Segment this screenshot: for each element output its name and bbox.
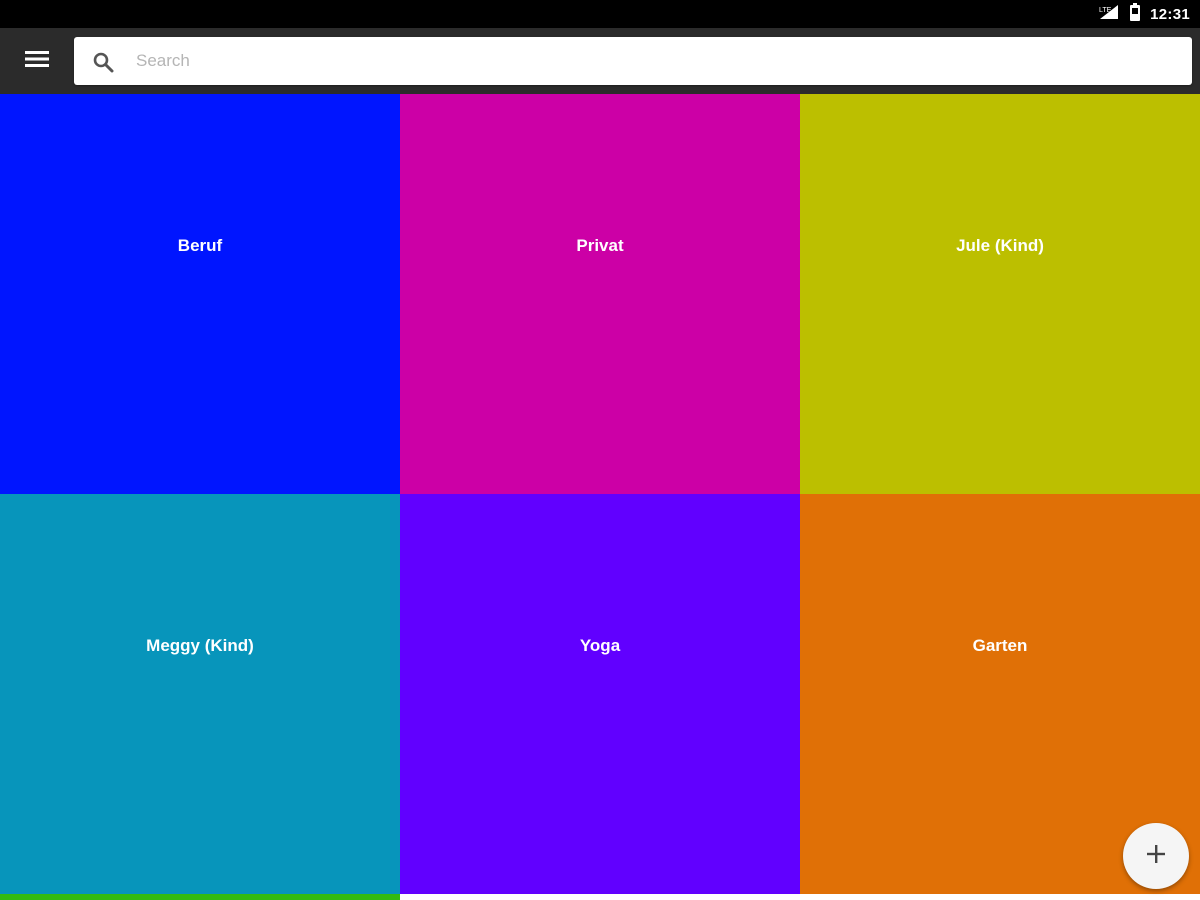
status-time: 12:31 (1150, 5, 1190, 23)
add-category-button[interactable] (1123, 823, 1189, 889)
plus-icon (1145, 843, 1167, 870)
category-label: Garten (972, 636, 1028, 655)
category-label: Meggy (Kind) (146, 636, 254, 655)
menu-button[interactable] (12, 37, 62, 85)
menu-icon (25, 50, 49, 73)
category-tile-jule[interactable]: Jule (Kind) (800, 94, 1200, 494)
toolbar (0, 28, 1200, 94)
category-label: Privat (576, 236, 624, 255)
category-grid: Beruf Privat Jule (Kind) Meggy (Kind) Yo… (0, 94, 1200, 894)
category-label: Jule (Kind) (956, 236, 1044, 255)
signal-icon: LTE (1098, 4, 1120, 25)
search-input[interactable] (136, 45, 1176, 77)
category-tile-privat[interactable]: Privat (400, 94, 800, 494)
category-label: Yoga (579, 636, 621, 655)
status-bar: LTE 12:31 (0, 0, 1200, 28)
partial-category-tile[interactable] (0, 894, 400, 900)
category-tile-beruf[interactable]: Beruf (0, 94, 400, 494)
category-label: Beruf (177, 236, 223, 255)
battery-icon (1130, 2, 1141, 26)
svg-text:LTE: LTE (1099, 7, 1112, 14)
search-bar[interactable] (74, 37, 1192, 85)
search-icon[interactable] (92, 51, 114, 73)
category-tile-yoga[interactable]: Yoga (400, 494, 800, 894)
next-row-partial (0, 894, 1200, 900)
category-tile-meggy[interactable]: Meggy (Kind) (0, 494, 400, 894)
status-icons: LTE 12:31 (1098, 0, 1190, 28)
